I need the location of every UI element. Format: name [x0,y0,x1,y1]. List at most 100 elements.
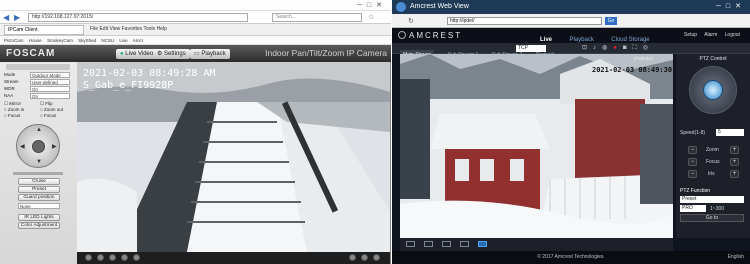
zoom-icon[interactable] [349,254,356,261]
iris-out-button[interactable]: − [688,170,697,178]
browser-tab[interactable]: IPCam Client [4,25,84,35]
back-icon[interactable]: ◀ [3,13,9,22]
field-mode-label: Mode [4,72,16,77]
zoom-in-button[interactable]: + [730,146,739,154]
star-icon[interactable]: ☆ [368,13,374,21]
arrow-left-icon[interactable]: ◀ [20,143,25,150]
guard-position-button[interactable]: Guard position [18,194,60,201]
menu-edit[interactable]: Edit [99,26,108,32]
focus-radio-2[interactable]: ○ Focus [40,113,56,118]
layout-icon-4[interactable] [460,241,469,247]
layout-icon-3[interactable] [442,241,451,247]
fisheye-icon[interactable]: ◎ [643,45,654,51]
ptz-title: PTZ Control [699,56,727,62]
tab-settings[interactable]: ⚙ Settings [153,49,190,59]
wdr-select[interactable]: On [30,86,70,92]
zoom-out-radio[interactable]: ○ Zoom out [40,107,63,112]
arrow-right-icon[interactable]: ▶ [52,143,57,150]
layout-icon-1[interactable] [406,241,415,247]
preset-number-select[interactable]: PRO [680,205,706,212]
amcrest-video-feed: 2021-02-03 08:49:30 Wed IP2M-841 [400,54,673,238]
menu-file[interactable]: File [90,26,98,32]
speed-slider[interactable] [13,172,63,175]
arrow-up-icon[interactable]: ▲ [36,127,42,133]
foscam-logo: FOSCAM [6,48,56,59]
preset-button[interactable]: Preset [18,186,60,193]
snapshot-icon[interactable] [109,254,116,261]
focus-out-button[interactable]: − [688,158,697,166]
address-bar[interactable]: http://ipdel/ [447,17,602,25]
forward-icon[interactable]: ▶ [14,13,20,22]
tab-playback[interactable]: ▭ Playback [190,49,230,59]
fullscreen-icon[interactable]: ⛶ [633,45,643,51]
focus-radio-1[interactable]: ○ Focus [4,113,20,118]
fav-link[interactable]: Amcr [133,38,144,43]
go-button[interactable]: Go [605,17,617,25]
link-alarm[interactable]: Alarm [704,32,717,38]
play-icon[interactable] [85,254,92,261]
zoom-icon[interactable]: ⊡ [582,45,593,51]
speed-select[interactable]: 5 [716,129,744,136]
menu-favorites[interactable]: Favorites [122,26,143,32]
preset-range: 1~300 [710,206,725,212]
record-icon[interactable] [121,254,128,261]
fav-link[interactable]: SmokeyCam [47,38,73,43]
field-wdr-label: WDR [4,86,15,91]
audio-icon[interactable]: ◍ [602,45,613,51]
mic-icon[interactable]: ♪ [593,45,602,51]
stream-select[interactable]: User-defined [30,79,70,85]
window-title: Amcrest Web View [410,3,469,10]
stop-icon[interactable] [97,254,104,261]
window-controls[interactable]: ─□✕ [716,2,746,10]
fav-link[interactable]: House [29,38,42,43]
view-layout-bar [400,238,673,251]
color-adjust-button[interactable]: Color Adjustment [18,222,60,229]
search-box[interactable]: Search... [272,13,362,22]
ptz-wheel[interactable] [689,66,737,114]
menu-view[interactable]: View [109,26,120,32]
ie-window: ─□✕ ◀ ▶ http://192.168.127.97:2015/ Sear… [0,0,391,264]
fav-link[interactable]: SkyShed [78,38,96,43]
settings-icon[interactable] [373,254,380,261]
ir-led-button[interactable]: IR LED Lights [18,214,60,221]
tab-live-video[interactable]: ● Live Video [116,49,158,59]
address-bar[interactable]: http://192.168.127.97:2015/ [28,13,248,22]
audio-icon[interactable] [133,254,140,261]
menu-help[interactable]: Help [157,26,167,32]
window-controls[interactable]: ─□✕ [357,1,387,9]
naa-select[interactable]: On [30,93,70,99]
ptz-function-select[interactable]: Preset [680,196,744,203]
record-icon[interactable]: ● [613,45,623,51]
ptz-center-button[interactable] [703,80,723,100]
gear-icon: ⚙ [157,51,165,57]
copyright-text: © 2017 Amcrest Technologies. [537,254,605,260]
fullscreen-icon[interactable] [361,254,368,261]
fav-link[interactable]: PictoCam [4,38,24,43]
zoom-in-radio[interactable]: ○ Zoom in [4,107,24,112]
video-timestamp: 2021-02-03 08:49:30 Wed [592,66,673,74]
language-select[interactable]: English [728,254,744,260]
arrow-down-icon[interactable]: ▼ [36,159,42,165]
stream-tool-icons: ⊡♪◍●◙⛶◎ [582,44,654,52]
preset-select[interactable]: None [18,203,60,209]
fav-link[interactable]: Live [119,38,127,43]
link-setup[interactable]: Setup [684,32,697,38]
focus-in-button[interactable]: + [730,158,739,166]
link-logout[interactable]: Logout [725,32,740,38]
goto-button[interactable]: Go to [680,214,744,222]
ptz-center-button[interactable] [32,140,45,153]
layout-icon-active[interactable] [478,241,487,247]
layout-icon-2[interactable] [424,241,433,247]
cruise-button[interactable]: Cruise [18,178,60,185]
view-mode-icons[interactable] [6,64,70,70]
ptz-wheel[interactable]: ▲ ▼ ◀ ▶ [16,124,60,168]
zoom-out-button[interactable]: − [688,146,697,154]
snapshot-icon[interactable]: ◙ [623,45,633,51]
reload-icon[interactable]: ↻ [408,17,414,25]
tab-live-label: Live Video [125,51,154,57]
protocol-select[interactable]: TCP [516,45,546,52]
iris-in-button[interactable]: + [730,170,739,178]
fav-link[interactable]: NCSU [101,38,114,43]
menu-tools[interactable]: Tools [143,26,155,32]
mode-select[interactable]: Outdoor Mode [30,72,70,78]
